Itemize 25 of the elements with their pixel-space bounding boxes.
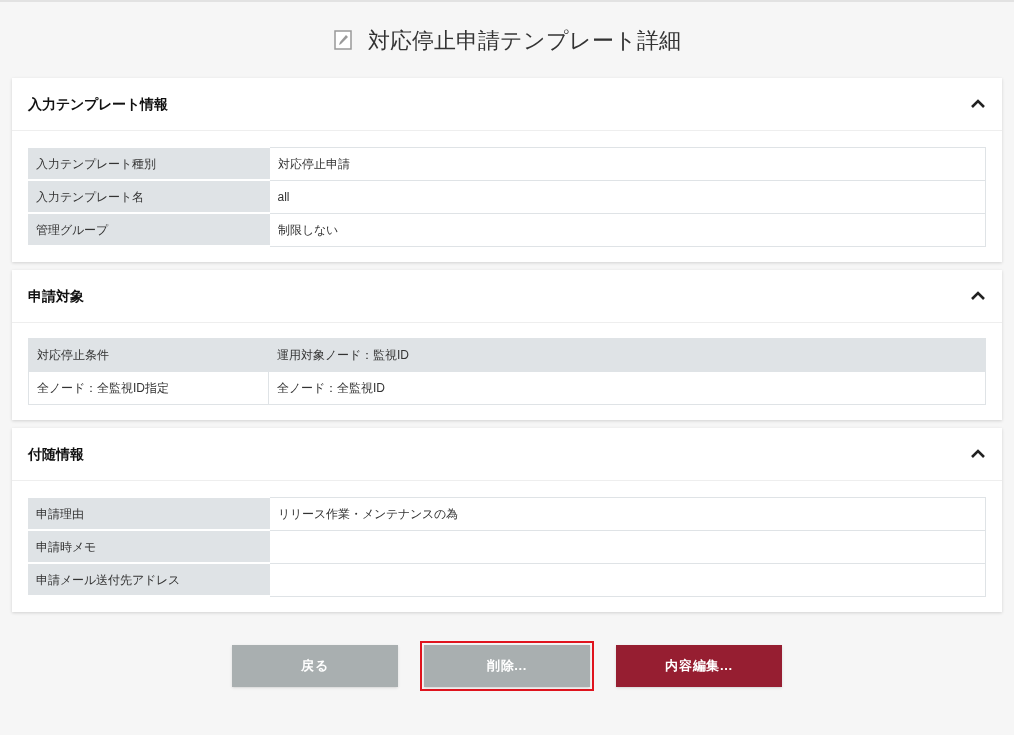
field-value: all xyxy=(269,180,986,213)
field-label: 管理グループ xyxy=(28,213,269,246)
field-label: 申請理由 xyxy=(28,497,269,530)
column-header: 運用対象ノード：監視ID xyxy=(268,338,986,372)
field-label: 入力テンプレート名 xyxy=(28,180,269,213)
field-label: 申請時メモ xyxy=(28,530,269,563)
field-value: 対応停止申請 xyxy=(269,147,986,180)
chevron-up-icon[interactable] xyxy=(970,99,986,109)
section-heading: 付随情報 xyxy=(28,444,84,464)
field-label: 申請メール送付先アドレス xyxy=(28,563,269,596)
pencil-icon xyxy=(333,30,352,50)
section-heading: 申請対象 xyxy=(28,286,84,306)
chevron-up-icon[interactable] xyxy=(970,291,986,301)
field-value: 制限しない xyxy=(269,213,986,246)
field-value: リリース作業・メンテナンスの為 xyxy=(269,497,986,530)
table-cell: 全ノード：全監視ID xyxy=(268,371,986,405)
action-button[interactable]: 削除... xyxy=(424,645,590,687)
field-label: 入力テンプレート種別 xyxy=(28,147,269,180)
page-title: 対応停止申請テンプレート詳細 xyxy=(367,26,681,55)
chevron-up-icon[interactable] xyxy=(970,449,986,459)
section-heading: 入力テンプレート情報 xyxy=(28,94,168,114)
action-button[interactable]: 内容編集... xyxy=(616,645,782,687)
action-button[interactable]: 戻る xyxy=(232,645,398,687)
column-header: 対応停止条件 xyxy=(28,338,269,372)
table-cell: 全ノード：全監視ID指定 xyxy=(28,371,269,405)
